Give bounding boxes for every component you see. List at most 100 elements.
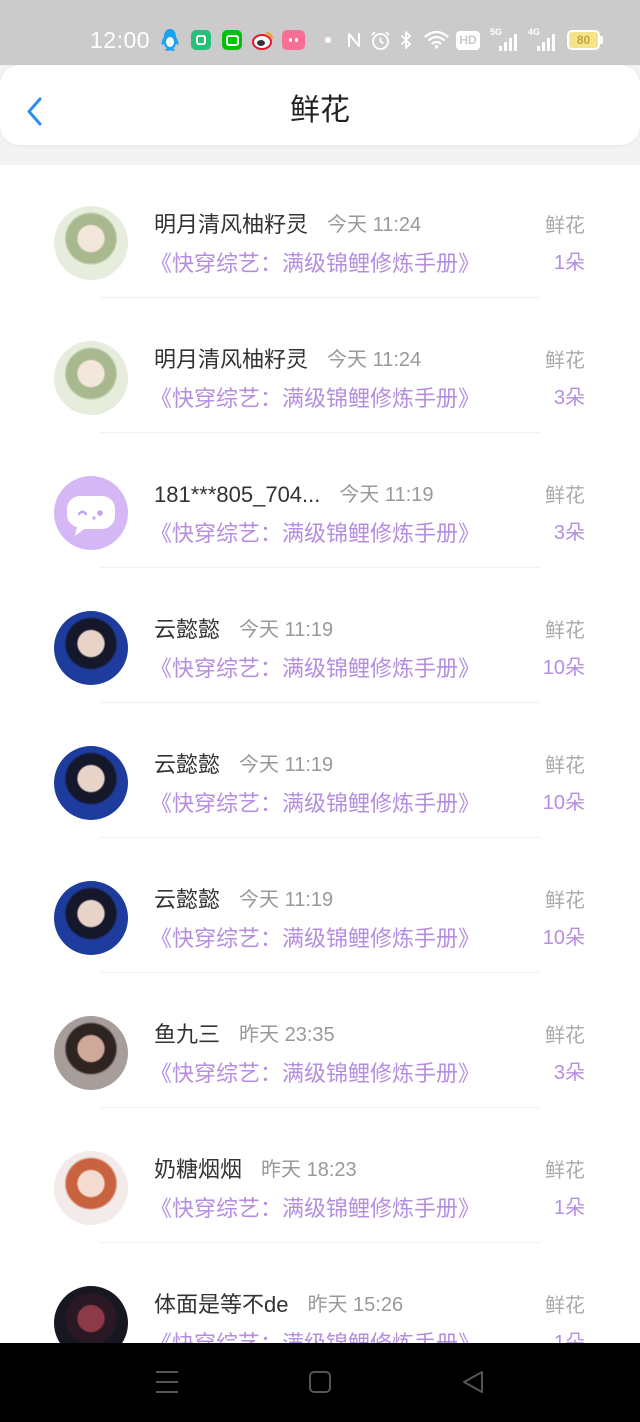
qq-icon [161,29,179,51]
gift-count: 3朵 [553,1062,585,1084]
row-divider [100,1107,540,1108]
chat-bubble-icon [67,496,115,536]
user-name[interactable]: 鱼九三 [154,1020,220,1050]
flower-record-row[interactable]: 奶糖烟烟 昨天 18:23 《快穿综艺：满级锦鲤修炼手册》 鲜花 1朵 [0,1120,640,1255]
alarm-icon [371,31,390,50]
gift-count: 3朵 [553,387,585,409]
home-square-icon [309,1371,331,1393]
row-divider [100,432,540,433]
bilibili-icon [282,30,305,50]
gift-time: 昨天 23:35 [239,1024,335,1046]
gift-summary: 鲜花 3朵 [545,1021,585,1088]
book-title[interactable]: 《快穿综艺：满级锦鲤修炼手册》 [150,384,480,414]
row-header-line: 明月清风柚籽灵 今天 11:24 [154,345,421,375]
user-name[interactable]: 明月清风柚籽灵 [154,210,308,240]
book-title[interactable]: 《快穿综艺：满级锦鲤修炼手册》 [150,1059,480,1089]
gift-type: 鲜花 [545,1160,585,1182]
user-name[interactable]: 181***805_704... [154,480,320,510]
gift-time: 今天 11:19 [239,754,334,776]
book-title[interactable]: 《快穿综艺：满级锦鲤修炼手册》 [150,789,480,819]
user-name[interactable]: 云懿懿 [154,750,220,780]
status-bar: 12:00 HD 5G 4G 80 [0,0,640,65]
gift-type: 鲜花 [545,620,585,642]
gift-count: 10朵 [542,657,585,679]
gift-summary: 鲜花 3朵 [545,346,585,413]
flower-record-row[interactable]: 明月清风柚籽灵 今天 11:24 《快穿综艺：满级锦鲤修炼手册》 鲜花 3朵 [0,310,640,445]
flower-record-row[interactable]: 鱼九三 昨天 23:35 《快穿综艺：满级锦鲤修炼手册》 鲜花 3朵 [0,985,640,1120]
gift-time: 今天 11:24 [327,214,422,236]
user-avatar[interactable] [54,746,128,820]
system-nav-bar [0,1343,640,1422]
weibo-icon [252,32,273,50]
gift-summary: 鲜花 10朵 [543,616,585,683]
battery-level: 80 [567,30,600,50]
row-divider [100,567,540,568]
flower-record-row[interactable]: 181***805_704... 今天 11:19 《快穿综艺：满级锦鲤修炼手册… [0,445,640,580]
row-header-line: 体面是等不de 昨天 15:26 [154,1290,403,1320]
gift-summary: 鲜花 1朵 [545,1291,585,1343]
user-name[interactable]: 云懿懿 [154,885,220,915]
row-divider [100,1242,540,1243]
user-avatar[interactable] [54,881,128,955]
book-title[interactable]: 《快穿综艺：满级锦鲤修炼手册》 [150,249,480,279]
user-avatar[interactable] [54,1151,128,1225]
gift-count: 1朵 [553,252,585,274]
gift-count: 10朵 [542,792,585,814]
flower-record-row[interactable]: 云懿懿 今天 11:19 《快穿综艺：满级锦鲤修炼手册》 鲜花 10朵 [0,850,640,985]
user-avatar[interactable] [54,206,128,280]
user-name[interactable]: 体面是等不de [154,1290,288,1320]
row-header-line: 云懿懿 今天 11:19 [154,615,333,645]
gift-type: 鲜花 [545,1295,585,1317]
gift-time: 今天 11:24 [327,349,422,371]
battery-nub [600,36,603,44]
menu-button[interactable] [147,1362,187,1402]
battery-icon: 80 [567,30,604,50]
user-name[interactable]: 明月清风柚籽灵 [154,345,308,375]
user-name[interactable]: 奶糖烟烟 [154,1155,242,1185]
gift-type: 鲜花 [545,350,585,372]
signal-4g-icon: 4G [528,28,558,52]
bluetooth-icon [400,31,411,49]
gift-type: 鲜花 [545,485,585,507]
book-title[interactable]: 《快穿综艺：满级锦鲤修炼手册》 [150,654,480,684]
flower-record-row[interactable]: 云懿懿 今天 11:19 《快穿综艺：满级锦鲤修炼手册》 鲜花 10朵 [0,580,640,715]
status-time: 12:00 [90,27,151,53]
gift-time: 昨天 18:23 [261,1159,357,1181]
user-avatar[interactable] [54,476,128,550]
gift-count: 1朵 [553,1332,585,1343]
page-header: 鲜花 [0,65,640,145]
gift-summary: 鲜花 10朵 [543,886,585,953]
gift-type: 鲜花 [545,755,585,777]
gift-summary: 鲜花 1朵 [545,1156,585,1223]
gift-count: 3朵 [553,522,585,544]
page-title: 鲜花 [290,94,350,127]
flower-record-row[interactable]: 体面是等不de 昨天 15:26 《快穿综艺：满级锦鲤修炼手册》 鲜花 1朵 [0,1255,640,1343]
iqiyi-icon-inner [225,34,239,46]
flower-record-row[interactable]: 明月清风柚籽灵 今天 11:24 《快穿综艺：满级锦鲤修炼手册》 鲜花 1朵 [0,175,640,310]
system-back-button[interactable] [453,1362,493,1402]
user-avatar[interactable] [54,1286,128,1343]
flower-record-list[interactable]: 明月清风柚籽灵 今天 11:24 《快穿综艺：满级锦鲤修炼手册》 鲜花 1朵 明… [0,165,640,1343]
gift-time: 今天 11:19 [239,619,334,641]
row-header-line: 鱼九三 昨天 23:35 [154,1020,335,1050]
signal-bars-icon [537,34,555,51]
notification-dot-icon [325,37,331,43]
row-divider [100,297,540,298]
user-avatar[interactable] [54,611,128,685]
book-title[interactable]: 《快穿综艺：满级锦鲤修炼手册》 [150,1329,480,1343]
user-name[interactable]: 云懿懿 [154,615,220,645]
user-avatar[interactable] [54,341,128,415]
book-title[interactable]: 《快穿综艺：满级锦鲤修炼手册》 [150,519,480,549]
row-header-line: 云懿懿 今天 11:19 [154,750,333,780]
gift-count: 1朵 [553,1197,585,1219]
flower-record-row[interactable]: 云懿懿 今天 11:19 《快穿综艺：满级锦鲤修炼手册》 鲜花 10朵 [0,715,640,850]
gift-time: 今天 11:19 [239,889,334,911]
nfc-icon [348,33,360,47]
row-header-line: 明月清风柚籽灵 今天 11:24 [154,210,421,240]
hd-icon: HD [456,31,480,50]
home-button[interactable] [300,1362,340,1402]
notes-app-icon [191,30,211,50]
book-title[interactable]: 《快穿综艺：满级锦鲤修炼手册》 [150,924,480,954]
user-avatar[interactable] [54,1016,128,1090]
book-title[interactable]: 《快穿综艺：满级锦鲤修炼手册》 [150,1194,480,1224]
